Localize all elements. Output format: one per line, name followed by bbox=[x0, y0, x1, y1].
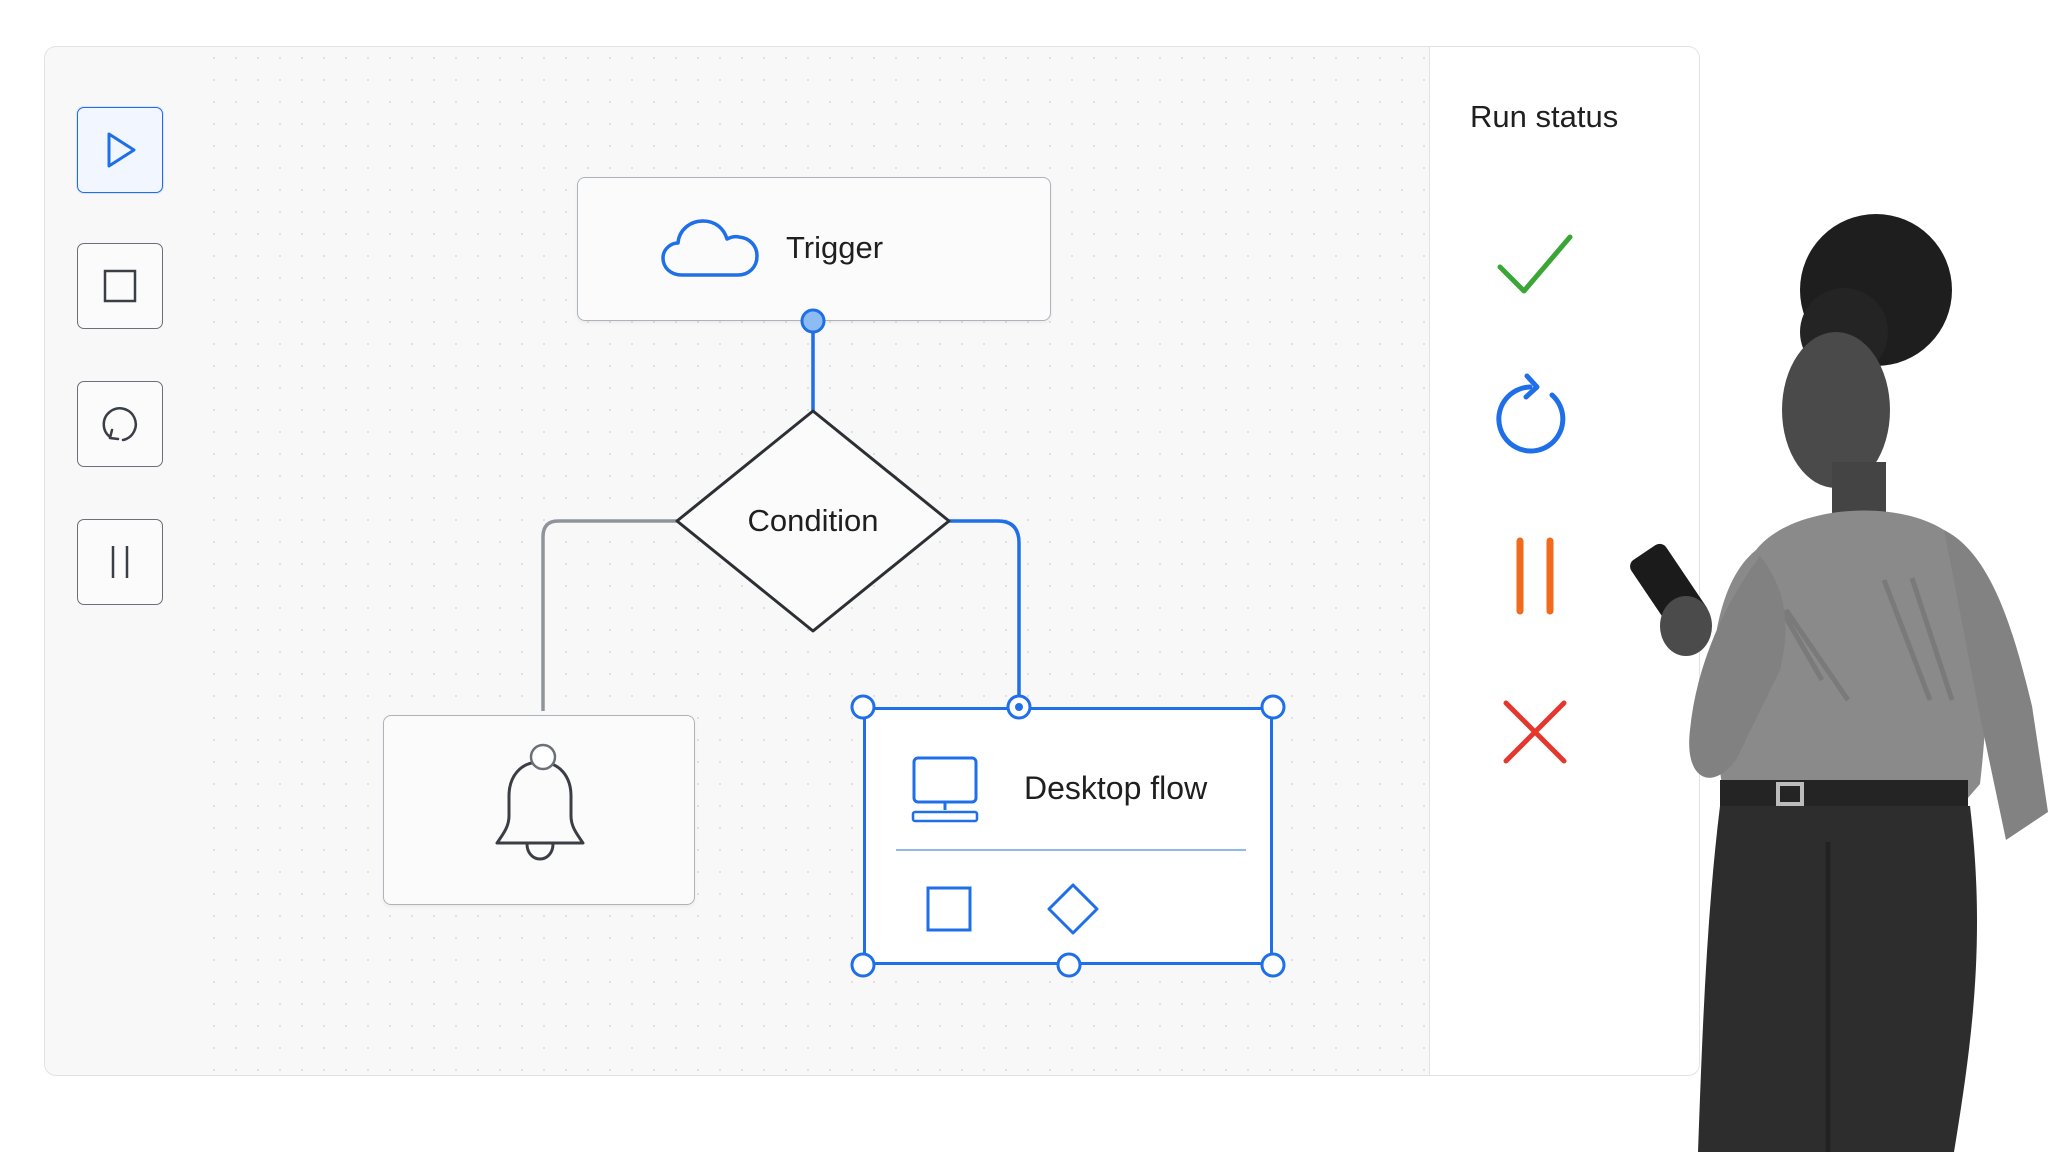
flow-canvas[interactable]: Trigger Condition Desktop flow bbox=[203, 47, 1429, 1075]
resize-handle-top-left[interactable] bbox=[850, 694, 876, 720]
check-icon bbox=[1497, 234, 1573, 294]
pause-icon bbox=[111, 546, 129, 578]
person-with-phone-illustration bbox=[1630, 214, 2048, 1152]
resize-handle-bottom-right[interactable] bbox=[1260, 952, 1286, 978]
trigger-label: Trigger bbox=[786, 230, 884, 265]
trigger-output-handle[interactable] bbox=[799, 307, 827, 335]
condition-to-notification-connector bbox=[541, 519, 678, 711]
play-icon bbox=[107, 132, 136, 168]
cloud-icon bbox=[661, 219, 759, 277]
refresh-icon bbox=[1496, 373, 1566, 454]
stop-button[interactable] bbox=[77, 243, 163, 329]
input-handle-dot bbox=[1015, 703, 1023, 711]
stop-icon bbox=[103, 269, 137, 303]
bell-icon bbox=[495, 760, 585, 861]
resize-handle-bottom-center[interactable] bbox=[1056, 952, 1082, 978]
refresh-icon bbox=[102, 407, 138, 442]
pause-icon bbox=[1516, 537, 1554, 615]
trigger-node[interactable]: Trigger bbox=[577, 177, 1051, 321]
resize-handle-bottom-left[interactable] bbox=[850, 952, 876, 978]
app-window: Trigger Condition Desktop flow Run statu… bbox=[44, 46, 1700, 1076]
refresh-button[interactable] bbox=[77, 381, 163, 467]
pause-button[interactable] bbox=[77, 519, 163, 605]
notification-input-handle[interactable] bbox=[529, 743, 559, 773]
close-icon bbox=[1503, 700, 1567, 764]
play-button[interactable] bbox=[77, 107, 163, 193]
run-status-title: Run status bbox=[1470, 99, 1619, 134]
resize-handle-top-right[interactable] bbox=[1260, 694, 1286, 720]
condition-to-desktop-connector bbox=[948, 519, 1021, 707]
selection-handles bbox=[850, 694, 1286, 978]
left-toolbar bbox=[45, 47, 204, 1075]
condition-label: Condition bbox=[747, 503, 879, 538]
